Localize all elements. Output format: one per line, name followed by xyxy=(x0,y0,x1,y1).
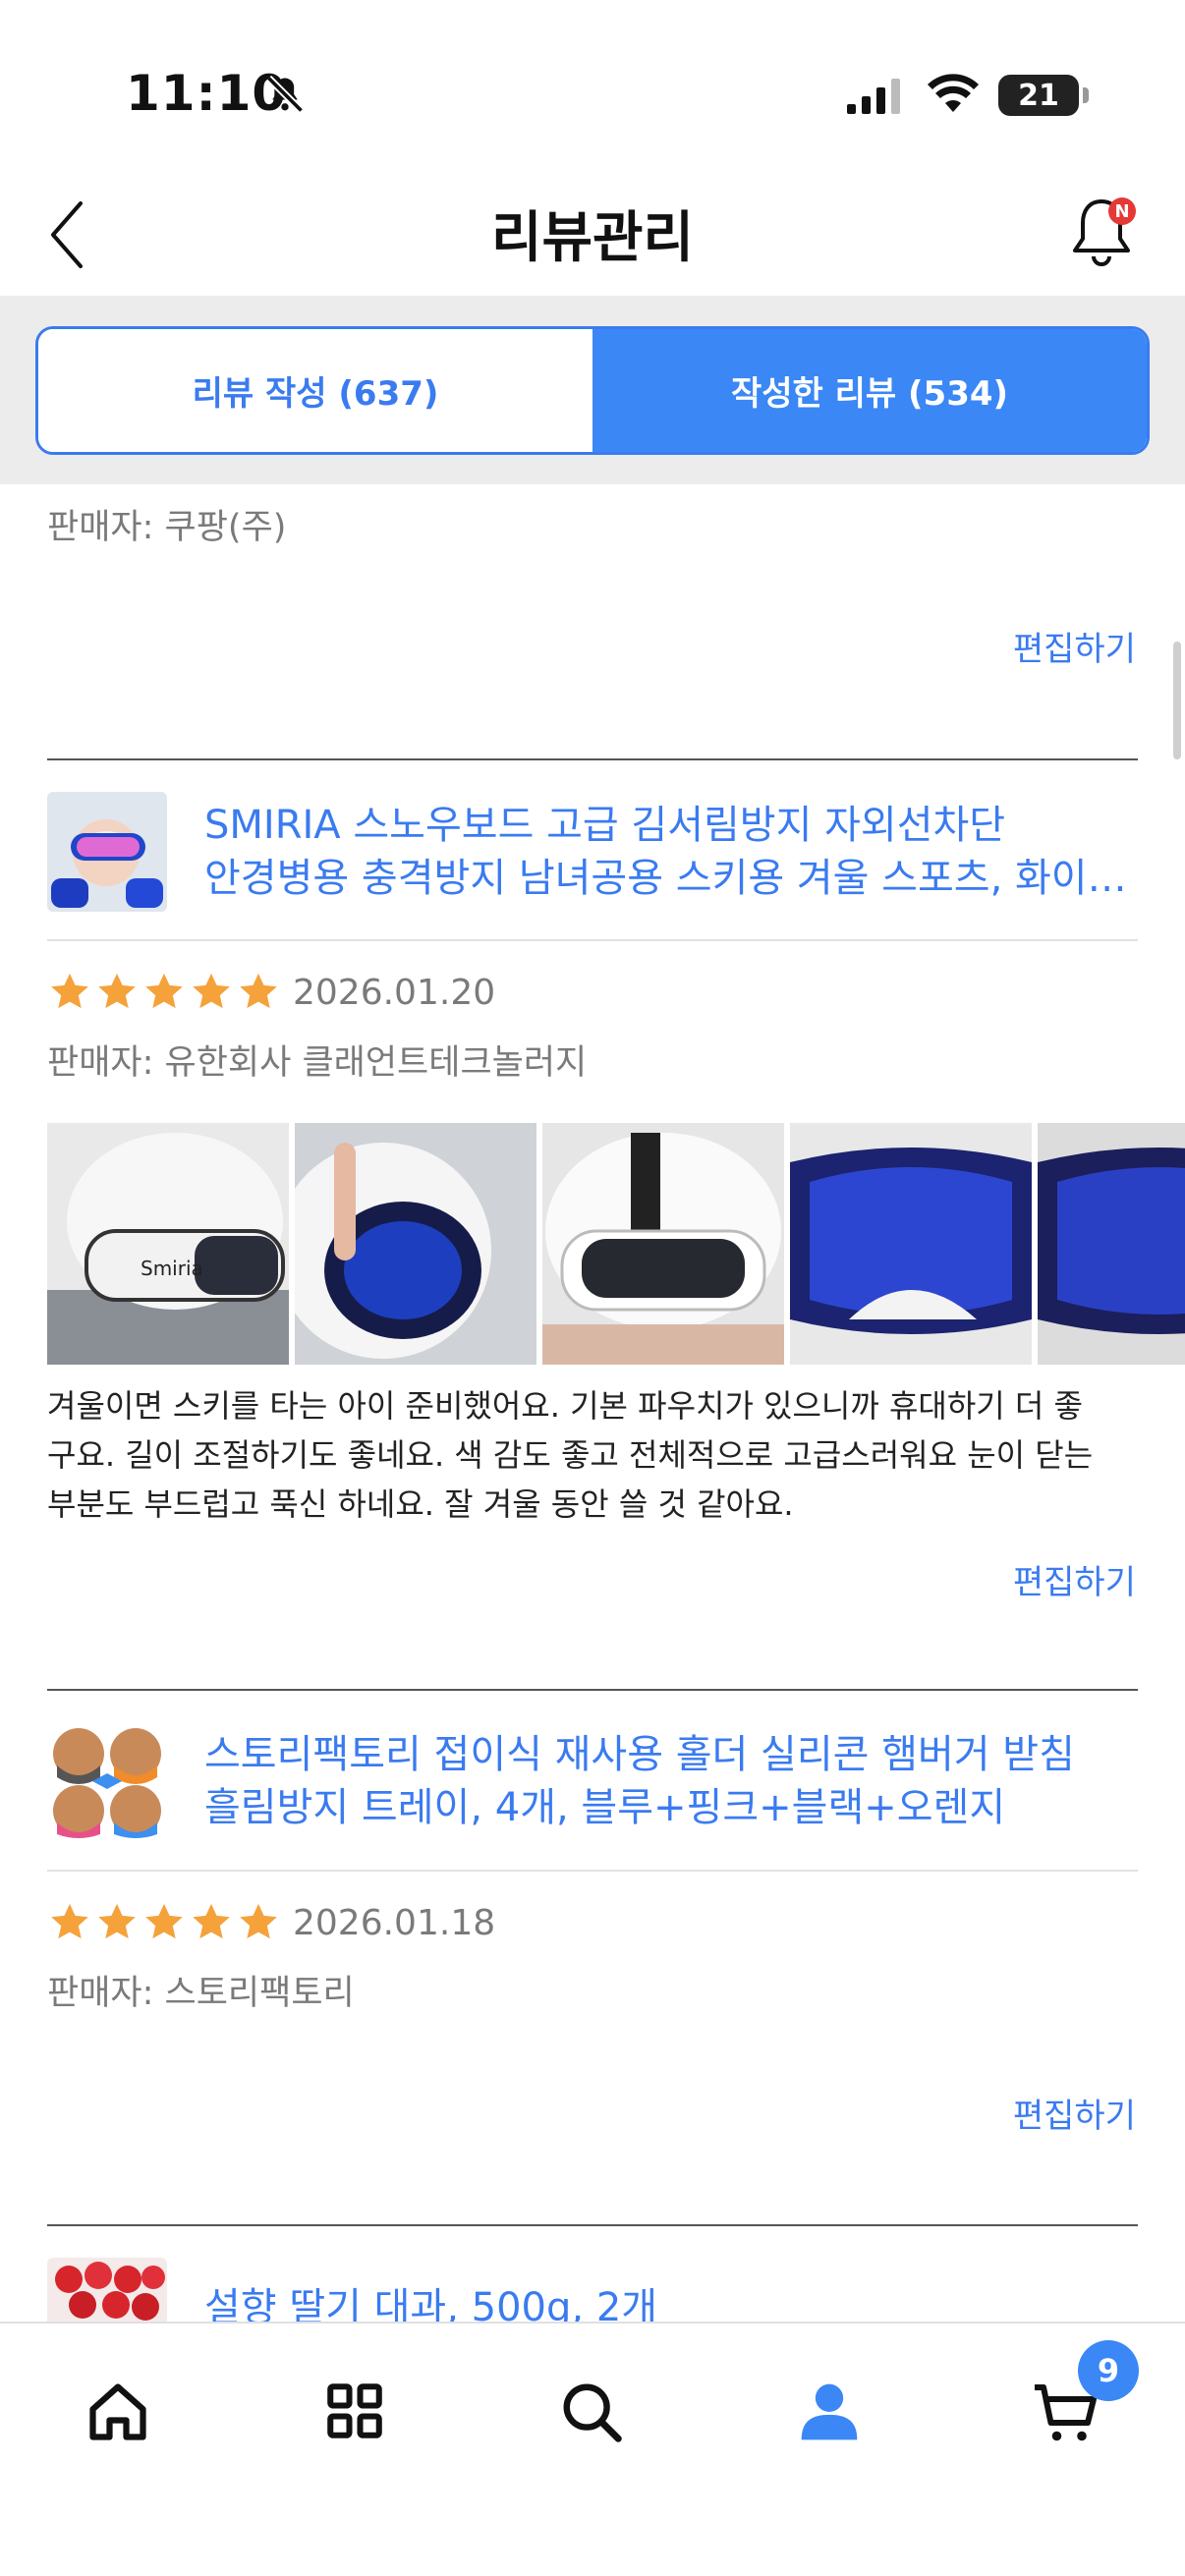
notification-badge: N xyxy=(1108,197,1136,225)
search-icon[interactable] xyxy=(558,2379,627,2447)
star-icon xyxy=(98,973,136,1009)
svg-text:Smiria: Smiria xyxy=(141,1257,203,1280)
product-title-link[interactable]: 설향 딸기 대과, 500g, 2개 xyxy=(204,2281,1138,2322)
star-icon xyxy=(145,1903,183,1939)
cart-count-badge: 9 xyxy=(1078,2340,1139,2401)
review-text: 겨울이면 스키를 타는 아이 준비했어요. 기본 파우치가 있으니까 휴대하기 … xyxy=(47,1381,1140,1529)
section-divider xyxy=(47,1870,1138,1872)
star-icon xyxy=(240,973,277,1009)
item-divider xyxy=(47,2224,1138,2226)
edit-review-button[interactable]: 편집하기 xyxy=(1013,1555,1136,1603)
product-thumbnail[interactable] xyxy=(47,2258,167,2322)
star-rating: 2026.01.20 xyxy=(47,970,495,1015)
product-title-line: 흘림방지 트레이, 4개, 블루+핑크+블랙+오렌지 xyxy=(204,1785,1006,1830)
review-list[interactable]: 판매자: 쿠팡(주) 편집하기 SMIRIA 스노우보드 고급 김서림방지 자외… xyxy=(0,484,1185,2322)
review-tabs: 리뷰 작성 (637) 작성한 리뷰 (534) xyxy=(35,326,1150,455)
review-photo[interactable] xyxy=(790,1123,1032,1365)
signal-icon xyxy=(847,79,900,114)
tab-write-review[interactable]: 리뷰 작성 (637) xyxy=(38,329,592,452)
bottom-nav xyxy=(0,2322,1185,2576)
category-icon[interactable] xyxy=(322,2379,387,2443)
star-icon xyxy=(240,1903,277,1939)
star-icon xyxy=(51,973,88,1009)
product-title-line: 안경병용 충격방지 남녀공용 스키용 겨울 스포츠, 화이트블루 xyxy=(204,856,1138,901)
star-icon xyxy=(193,973,230,1009)
seller-label: 판매자: 쿠팡(주) xyxy=(47,508,287,547)
status-bar: 11:10 21 xyxy=(0,0,1185,172)
product-title-line: SMIRIA 스노우보드 고급 김서림방지 자외선차단 xyxy=(204,803,1006,848)
review-text-line: 부분도 부드럽고 푹신 하네요. 잘 겨울 동안 쓸 것 같아요. xyxy=(47,1485,794,1523)
review-text-line: 구요. 길이 조절하기도 좋네요. 색 감도 좋고 전체적으로 고급스러워요 눈… xyxy=(47,1436,1094,1474)
page-title: 리뷰관리 xyxy=(490,206,695,270)
bell-off-icon xyxy=(265,75,305,114)
star-icon xyxy=(51,1903,88,1939)
star-icon xyxy=(145,973,183,1009)
review-photo[interactable] xyxy=(295,1123,536,1365)
product-title-line: 설향 딸기 대과, 500g, 2개 xyxy=(204,2285,658,2322)
product-thumbnail[interactable] xyxy=(47,792,167,912)
seller-label: 판매자: 유한회사 클래언트테크놀러지 xyxy=(47,1043,588,1083)
edit-review-button[interactable]: 편집하기 xyxy=(1013,622,1136,670)
review-photo[interactable] xyxy=(1038,1123,1185,1365)
star-icon xyxy=(98,1903,136,1939)
review-photo[interactable] xyxy=(542,1123,784,1365)
wifi-icon xyxy=(928,74,979,112)
product-thumbnail[interactable] xyxy=(47,1722,167,1842)
seller-label: 판매자: 스토리팩토리 xyxy=(47,1974,355,2013)
tab-bar-container: 리뷰 작성 (637) 작성한 리뷰 (534) xyxy=(0,296,1185,759)
home-icon[interactable] xyxy=(85,2379,151,2445)
review-photo[interactable]: Smiria xyxy=(47,1123,289,1365)
edit-review-button[interactable]: 편집하기 xyxy=(1013,2089,1136,2137)
product-title-line: 스토리팩토리 접이식 재사용 홀더 실리콘 햄버거 받침 xyxy=(204,1732,1075,1777)
review-photos[interactable]: Smiria xyxy=(47,1123,1185,1365)
app-header: 리뷰관리 N xyxy=(0,172,1185,296)
star-icon xyxy=(193,1903,230,1939)
user-icon[interactable] xyxy=(796,2379,863,2445)
review-date: 2026.01.18 xyxy=(293,1902,496,1943)
star-rating: 2026.01.18 xyxy=(47,1900,495,1945)
battery-indicator: 21 xyxy=(998,75,1089,116)
item-divider xyxy=(47,1689,1138,1691)
tab-written-reviews[interactable]: 작성한 리뷰 (534) xyxy=(592,329,1147,452)
review-text-line: 겨울이면 스키를 타는 아이 준비했어요. 기본 파우치가 있으니까 휴대하기 … xyxy=(47,1387,1083,1425)
product-title-link[interactable]: 스토리팩토리 접이식 재사용 홀더 실리콘 햄버거 받침 흘림방지 트레이, 4… xyxy=(204,1728,1138,1834)
item-divider xyxy=(47,758,1138,760)
section-divider xyxy=(47,939,1138,941)
review-date: 2026.01.20 xyxy=(293,972,496,1013)
product-title-link[interactable]: SMIRIA 스노우보드 고급 김서림방지 자외선차단 안경병용 충격방지 남녀… xyxy=(204,799,1138,905)
